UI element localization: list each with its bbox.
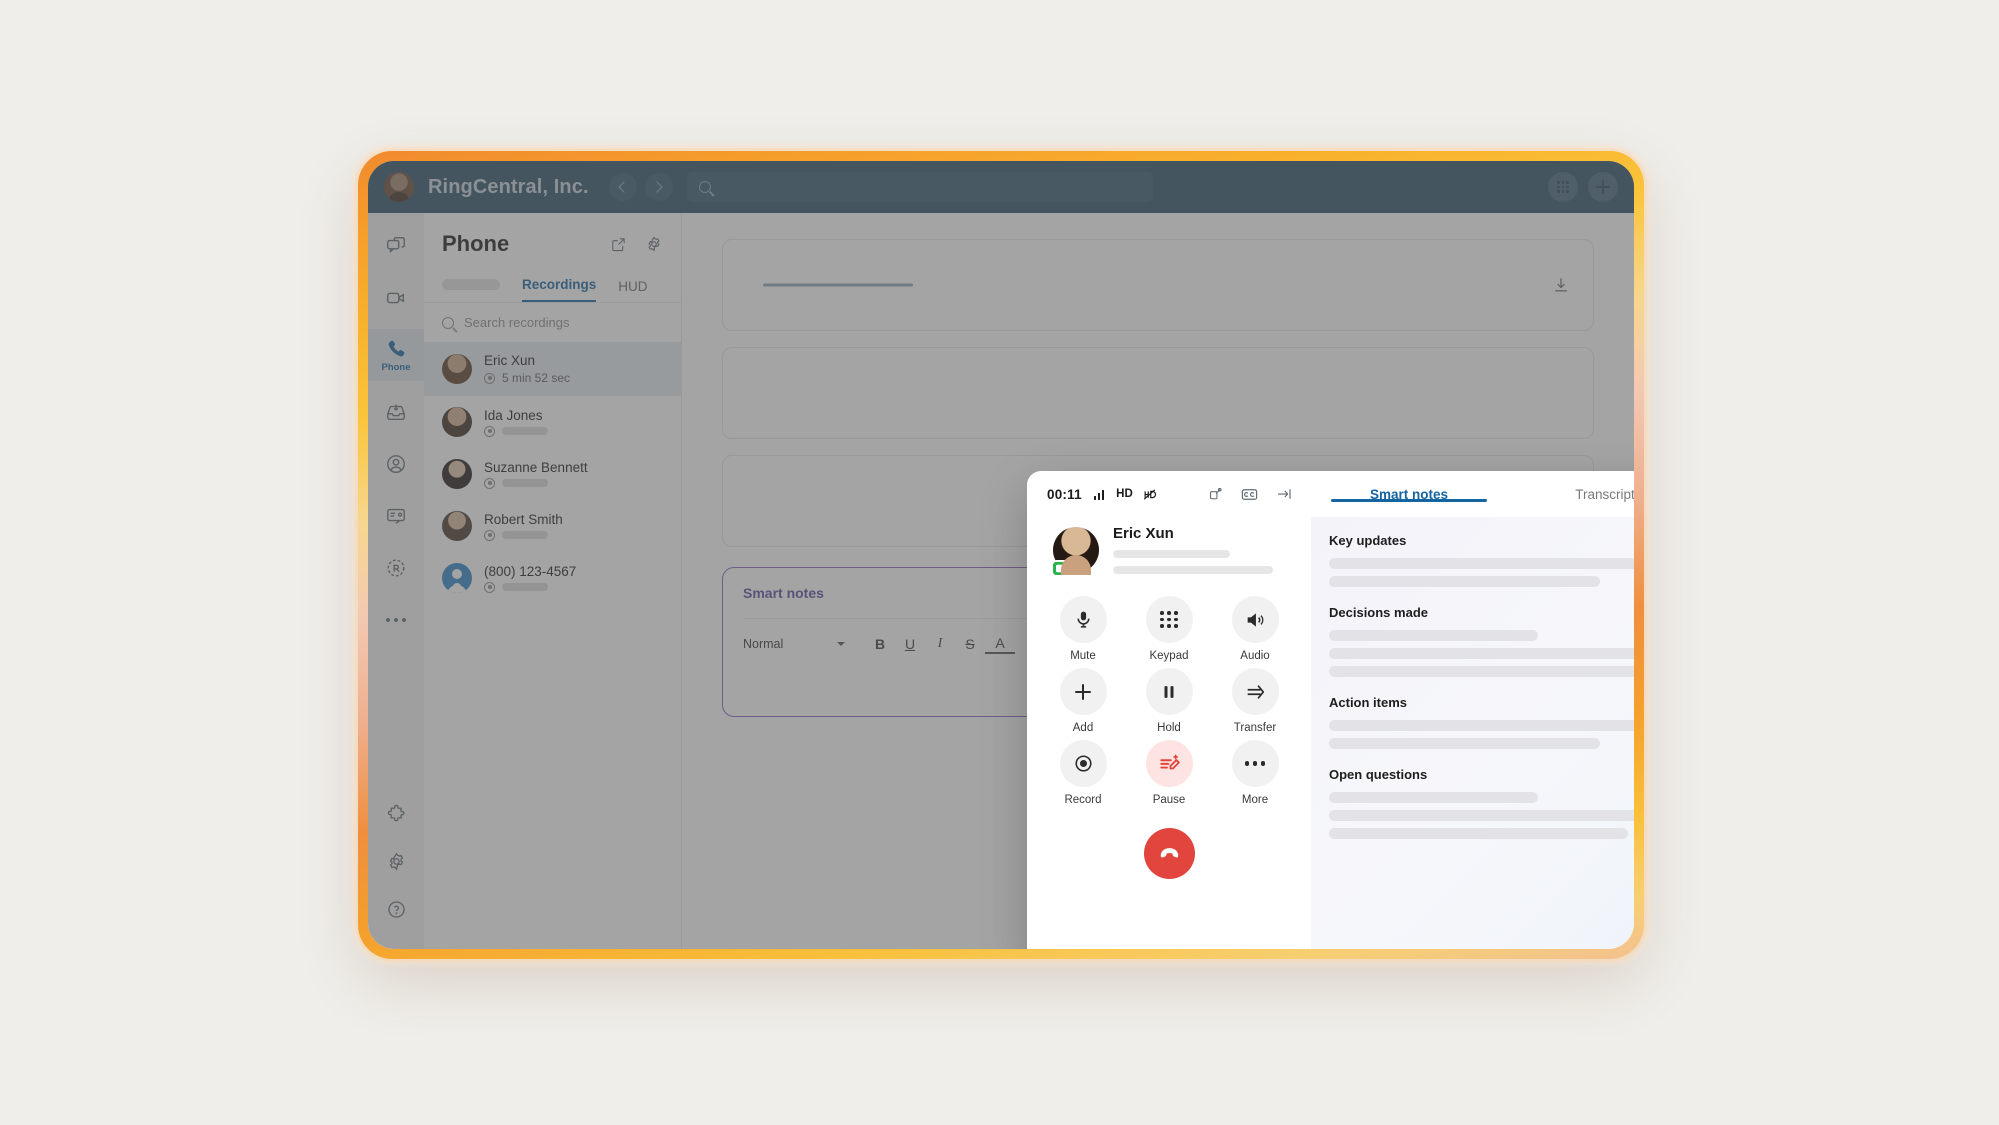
smart-notes-preview: Key updates Decisions made Action items [1311,517,1634,949]
mute-button[interactable]: Mute [1042,596,1124,662]
control-label: More [1241,794,1269,806]
notes-heading: Key updates [1329,533,1407,548]
notes-heading: Action items [1329,695,1408,710]
end-call-button[interactable] [1143,828,1195,879]
hangup-phone-icon [1160,848,1178,858]
notes-heading: Open questions [1329,767,1428,782]
keypad-button[interactable]: Keypad [1128,596,1210,662]
tab-transcript[interactable]: Transcript [1507,487,1634,502]
smart-notes-pencil-icon [1159,754,1180,770]
control-label: Add [1072,722,1094,734]
notes-line-placeholder [1329,810,1634,821]
speaker-icon [1247,612,1264,627]
notes-line-placeholder [1329,558,1634,569]
notes-line-placeholder [1329,738,1601,749]
notes-section: Open questions [1329,767,1634,839]
call-header-actions [1207,485,1311,504]
notes-line-placeholder [1329,630,1538,641]
notes-tabs: Smart notes Transcript [1311,487,1634,502]
control-label: Audio [1240,650,1270,662]
add-call-button[interactable]: Add [1042,668,1124,734]
notes-section: Key updates [1329,533,1634,587]
callee-row: Eric Xun [1027,525,1311,577]
control-label: Transfer [1233,722,1277,734]
control-label: Keypad [1149,650,1189,662]
video-camera-icon [1051,559,1073,577]
device-frame: RingCentral, Inc. [358,151,1644,959]
closed-caption-icon[interactable] [1240,485,1259,504]
control-label: Pause [1152,794,1186,806]
notes-line-placeholder [1329,576,1601,587]
record-button[interactable]: Record [1042,740,1124,806]
signal-bars-icon [1093,489,1105,500]
tab-smart-notes[interactable]: Smart notes [1311,487,1507,502]
callee-avatar [1051,526,1099,577]
call-timer: 00:11 [1047,486,1082,502]
notes-line-placeholder [1329,666,1634,677]
audio-button[interactable]: Audio [1214,596,1296,662]
hold-button[interactable]: Hold [1128,668,1210,734]
notes-line-placeholder [1329,720,1634,731]
callee-name: Eric Xun [1113,525,1174,542]
control-label: Mute [1070,650,1096,662]
call-controls-column: Eric Xun Mute Keypad Audio Add Hold Tran… [1027,517,1311,949]
app-window: RingCentral, Inc. [368,161,1634,949]
call-status-bar: 00:11 HD [1027,485,1311,504]
notes-heading: Decisions made [1329,605,1428,620]
pause-icon [1164,685,1174,698]
more-button[interactable]: More [1214,740,1296,806]
ellipsis-icon [1244,761,1266,766]
callee-meta-placeholder [1113,566,1274,574]
control-label: Hold [1157,722,1181,734]
hd-off-icon [1143,488,1156,500]
transfer-arrow-icon [1247,684,1265,699]
pause-smart-notes-button[interactable]: Pause [1128,740,1210,806]
callee-meta-placeholder [1113,550,1230,558]
transfer-button[interactable]: Transfer [1214,668,1296,734]
dialpad-icon [1160,610,1178,629]
call-panel-header: 00:11 HD Smart notes Transcript [1027,471,1634,517]
notes-line-placeholder [1329,828,1629,839]
record-circle-icon [1074,755,1092,772]
popout-icon[interactable] [1207,486,1224,503]
notes-section: Decisions made [1329,605,1634,677]
microphone-icon [1076,611,1090,628]
notes-line-placeholder [1329,792,1538,803]
active-call-panel: 00:11 HD Smart notes Transcript Eric Xun… [1027,471,1634,949]
call-panel-body: Eric Xun Mute Keypad Audio Add Hold Tran… [1027,517,1634,949]
call-control-grid: Mute Keypad Audio Add Hold Transfer Reco… [1042,596,1296,806]
control-label: Record [1064,794,1102,806]
collapse-panel-icon[interactable] [1275,485,1293,503]
hd-label: HD [1116,488,1133,500]
plus-icon [1075,683,1091,700]
callee-info: Eric Xun [1113,525,1287,574]
notes-line-placeholder [1329,648,1634,659]
notes-section: Action items [1329,695,1634,749]
